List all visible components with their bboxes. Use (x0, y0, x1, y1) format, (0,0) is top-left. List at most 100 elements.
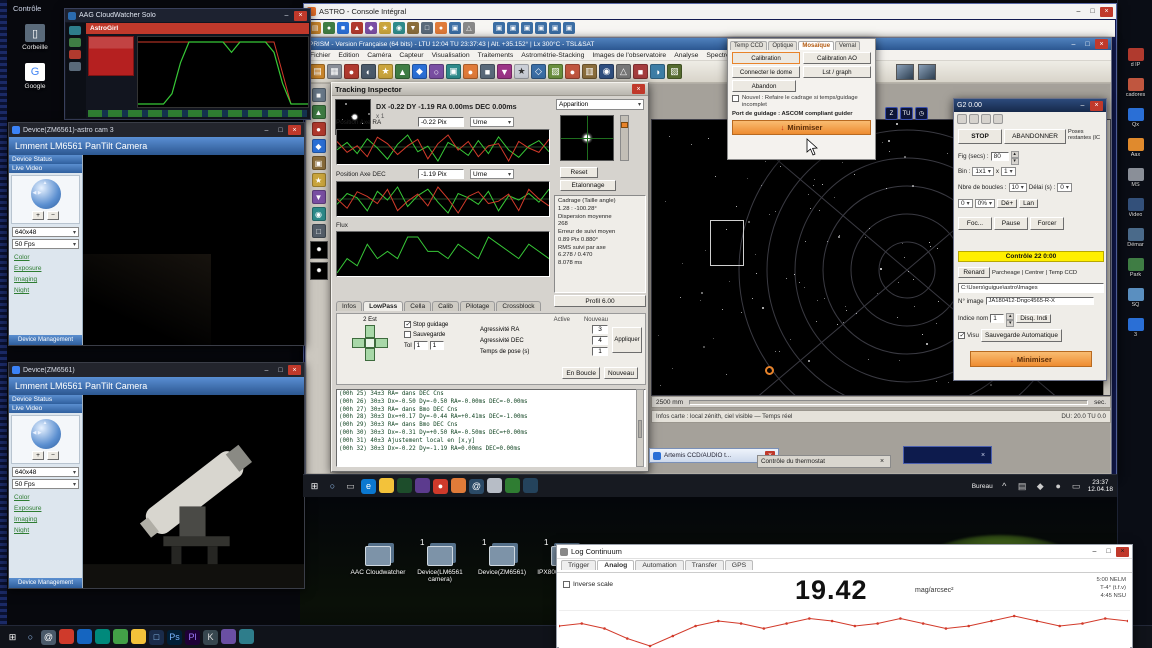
shortcut-device-zm6561[interactable]: Device(ZM6561)1 (474, 546, 530, 584)
options-tab[interactable]: Mosaïque (798, 41, 834, 50)
edge-icon[interactable]: e (361, 479, 376, 494)
camera-setting-link[interactable]: Imaging (9, 274, 82, 285)
tool-guide[interactable]: ● (565, 64, 580, 79)
sqm-titlebar[interactable]: Log Continuum – □ × (557, 545, 1132, 559)
app-icon-k[interactable]: K (203, 630, 218, 645)
shortcut-aax[interactable]: Aax (1119, 138, 1152, 158)
save-path[interactable]: C:\Users\guigue\astro\Images (958, 283, 1104, 293)
minimize-button[interactable]: – (260, 365, 273, 375)
framerate-select[interactable]: 50 Fps (12, 479, 79, 489)
bureau-toolbar[interactable]: Bureau (972, 483, 993, 490)
google-shortcut-icon[interactable]: GGoogle (10, 63, 60, 90)
zoom-in-button[interactable]: + (32, 451, 44, 460)
indice-spinner[interactable] (1006, 313, 1014, 323)
menu-item[interactable]: Analyse (670, 52, 702, 59)
menu-item[interactable]: Edition (334, 52, 363, 59)
menu-item[interactable]: Visualisation (428, 52, 474, 59)
abandon-button[interactable]: Abandon (732, 80, 796, 92)
tu-button[interactable]: TU (900, 107, 913, 120)
image-name-input[interactable]: JA180412-Dngc4565-R-X (986, 297, 1094, 305)
device-management-button[interactable]: Device Management (9, 335, 82, 345)
thermostat-window[interactable]: Contrôle du thermostat × (757, 455, 891, 468)
zoom-out-button[interactable]: − (47, 211, 59, 220)
etalonnage-button[interactable]: Etalonnage (560, 180, 616, 191)
app-icon-green[interactable] (113, 629, 128, 646)
minimize-button[interactable]: – (1076, 101, 1089, 111)
resolution-select[interactable]: 640x48 (12, 227, 79, 237)
disq-button[interactable]: Disq. Indi (1016, 314, 1051, 323)
window-thumb-icon[interactable]: ▣ (507, 22, 519, 34)
pause-button[interactable]: Pause (994, 217, 1028, 230)
shortcut-sq[interactable]: SQ (1119, 288, 1152, 308)
app-icon-green[interactable] (397, 478, 412, 495)
shortcut-device-lm6561[interactable]: Device(LM6561 camera)1 (412, 546, 468, 584)
camera-setting-link[interactable]: Night (9, 525, 82, 536)
tool-save[interactable]: ▦ (327, 64, 342, 79)
minimiser-button[interactable]: ↓ Minimiser (970, 351, 1092, 367)
window-thumb-icon[interactable]: ▣ (521, 22, 533, 34)
agressivite-dec-input[interactable]: 4 (592, 336, 608, 345)
app-icon-blue[interactable] (77, 629, 92, 646)
clock-button[interactable]: ◷ (915, 107, 928, 120)
acquisition-titlebar[interactable]: G2 0.00 – × (954, 99, 1106, 112)
menu-item[interactable]: Astrométrie-Stacking (517, 52, 588, 59)
shortcut-qx[interactable]: Qx (1119, 108, 1152, 128)
agressivite-ra-input[interactable]: 3 (592, 325, 608, 334)
tool-phase[interactable]: ◑ (650, 64, 665, 79)
inverse-scale-checkbox[interactable] (563, 581, 570, 588)
tool-align[interactable]: ▲ (395, 64, 410, 79)
mail-icon[interactable]: @ (41, 630, 56, 645)
camera-setting-link[interactable]: Color (9, 252, 82, 263)
menu-item[interactable]: Capteur (395, 52, 427, 59)
live-video-header[interactable]: Live Video (9, 404, 82, 413)
photoshop-icon[interactable]: Ps (167, 630, 182, 645)
console-tool-purple[interactable]: ◆ (365, 22, 377, 34)
framerate-select[interactable]: 50 Fps (12, 239, 79, 249)
nouveau-button[interactable]: Nouveau (604, 367, 638, 379)
taskbar-clock[interactable]: 23:37 12.04.18 (1088, 479, 1113, 493)
appliquer-button[interactable]: Appliquer (612, 327, 642, 353)
console-tool-gray[interactable]: □ (421, 22, 433, 34)
tray-keyboard-icon[interactable]: ▤ (1015, 479, 1030, 494)
tool-dome[interactable]: ○ (429, 64, 444, 79)
sauvegarde-checkbox[interactable] (404, 331, 411, 338)
close-button[interactable]: × (632, 84, 645, 94)
sqm-tab[interactable]: Analog (597, 560, 634, 570)
mail-icon[interactable]: @ (469, 479, 484, 494)
tool-measure[interactable]: △ (616, 64, 631, 79)
folder-icon[interactable] (131, 629, 146, 646)
exposure-input[interactable]: 80 (991, 152, 1009, 161)
app-icon-dark[interactable] (523, 478, 538, 495)
options-tab[interactable]: Temp CCD (730, 41, 767, 50)
sauvegarde-auto-button[interactable]: Sauvegarde Automatique (981, 329, 1062, 342)
binning-select-2[interactable]: 1 (1001, 167, 1016, 176)
app-icon-drive[interactable] (487, 478, 502, 495)
live-video-header[interactable]: Live Video (9, 164, 82, 173)
sel2-select[interactable]: 0% (975, 199, 995, 208)
shortcut-aag-cloudwatcher[interactable]: AAC Cloudwatcher (350, 546, 406, 584)
guiding-tab[interactable]: Pilotage (460, 301, 496, 311)
tool-star[interactable]: ★ (378, 64, 393, 79)
close-button[interactable]: × (978, 450, 988, 460)
renard-options[interactable]: Parcheage | Centrer | Temp CCD (992, 270, 1077, 276)
prism-titlebar[interactable]: PRISM - Version Française (64 bits) - LT… (306, 38, 1111, 50)
camera-setting-link[interactable]: Night (9, 285, 82, 296)
console-tool-green[interactable]: ● (323, 22, 335, 34)
shortcut-park[interactable]: Park (1119, 258, 1152, 278)
apparition-dropdown[interactable]: Apparition (556, 99, 644, 110)
tool-scope[interactable]: ◉ (599, 64, 614, 79)
close-button[interactable]: × (877, 457, 887, 466)
temps-pose-input[interactable]: 1 (592, 347, 608, 356)
tracking-titlebar[interactable]: Tracking Inspector × (332, 83, 648, 96)
tol-input-2[interactable]: 1 (430, 341, 444, 350)
minimize-button[interactable]: – (1088, 547, 1101, 557)
camera-setting-link[interactable]: Imaging (9, 514, 82, 525)
threshold-slider[interactable] (620, 115, 629, 161)
tool-camera[interactable]: ● (344, 64, 359, 79)
close-button[interactable]: × (1100, 7, 1113, 17)
tool-grid[interactable]: ▣ (446, 64, 461, 79)
maximize-button[interactable]: □ (1086, 7, 1099, 17)
tool-open[interactable]: ▤ (310, 64, 325, 79)
tool-sun[interactable]: ● (463, 64, 478, 79)
tool-histogram[interactable]: ◐ (361, 64, 376, 79)
